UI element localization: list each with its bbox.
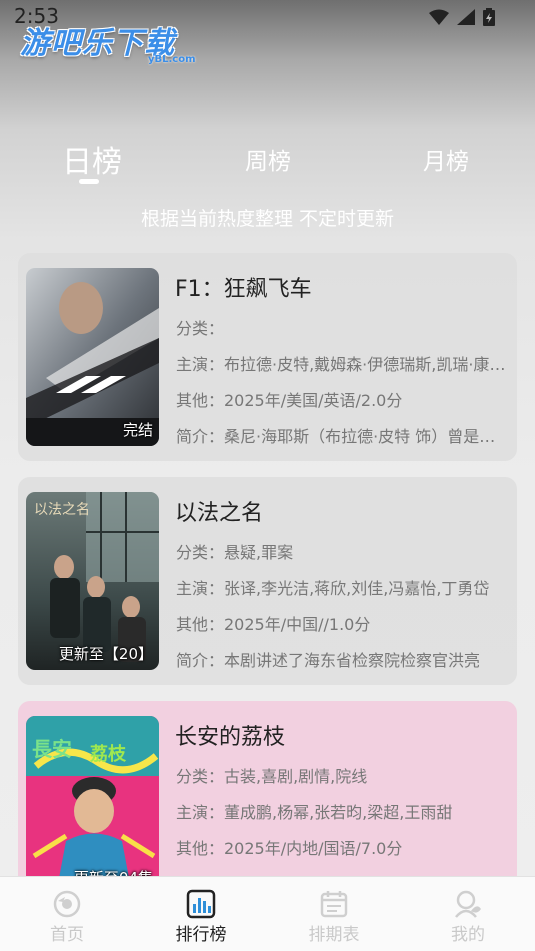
item-cast: 主演：董成鹏,杨幂,张若昀,梁超,王雨甜 [176,803,453,822]
item-cast: 主演：布拉德·皮特,戴姆森·伊德瑞斯,凯瑞·康顿,哈维尔·巴登 [176,355,506,374]
watermark-site: yBL.com [148,54,196,65]
svg-text:荔枝: 荔枝 [90,743,127,765]
tab-monthly[interactable]: 月榜 [423,142,469,176]
item-title: 长安的荔枝 [175,725,286,750]
episode-badge: 更新至【20】 [58,645,153,663]
item-title: F1：狂飙飞车 [175,277,312,302]
poster-image: 以法之名 更新至【20】 [26,492,159,670]
episode-badge: 完结 [122,421,153,439]
profile-icon [455,890,481,918]
ranking-card[interactable]: 以法之名 更新至【20】 以法之名 分类：悬疑,罪案 主演：张译,李光洁,蒋欣,… [18,477,517,685]
home-icon [53,890,81,918]
item-other: 其他：2025年/美国/英语/2.0分 [176,391,403,410]
poster-image: 長安 荔枝 更新至04集 [26,716,159,894]
bottom-nav: 首页 排行榜 排期表 我的 [0,876,535,951]
item-category: 分类： [176,319,225,338]
ranking-tabs: 日榜 周榜 月榜 [0,130,535,190]
item-summary: 简介：本剧讲述了海东省检察院检察官洪亮 [176,651,481,670]
item-other: 其他：2025年/内地/国语/7.0分 [176,839,403,858]
wifi-icon [429,9,449,25]
item-category: 分类：悬疑,罪案 [176,543,294,562]
item-title: 以法之名 [175,501,264,526]
svg-text:以法之名: 以法之名 [34,502,90,518]
nav-ranking[interactable]: 排行榜 [134,877,268,951]
nav-profile-label: 我的 [451,925,485,945]
tab-daily[interactable]: 日榜 [62,137,122,181]
battery-icon [483,8,495,26]
svg-text:長安: 長安 [32,737,72,761]
nav-profile[interactable]: 我的 [401,877,535,951]
ranking-icon [186,889,216,919]
status-icons [429,8,495,26]
watermark-logo: 游吧乐下载 yBL.com [20,18,196,65]
item-other: 其他：2025年/中国//1.0分 [176,615,371,634]
signal-icon [457,9,475,25]
nav-ranking-label: 排行榜 [175,925,227,945]
tab-weekly[interactable]: 周榜 [245,142,291,176]
poster-image: 完结 [26,268,159,446]
nav-schedule-label: 排期表 [308,925,360,945]
nav-schedule[interactable]: 排期表 [267,877,401,951]
ranking-subtitle: 根据当前热度整理 不定时更新 [140,208,395,230]
nav-home-label: 首页 [50,925,84,945]
tab-active-indicator [79,179,99,184]
ranking-card[interactable]: 完结 F1：狂飙飞车 分类： 主演：布拉德·皮特,戴姆森·伊德瑞斯,凯瑞·康顿,… [18,253,517,461]
nav-home[interactable]: 首页 [0,877,134,951]
item-cast: 主演：张译,李光洁,蒋欣,刘佳,冯嘉怡,丁勇岱 [176,579,490,598]
calendar-icon [320,891,348,918]
item-summary: 简介：桑尼·海耶斯（布拉德·皮特 饰）曾是赛车界最耀眼的新星 [176,427,506,446]
item-category: 分类：古装,喜剧,剧情,院线 [176,767,368,786]
